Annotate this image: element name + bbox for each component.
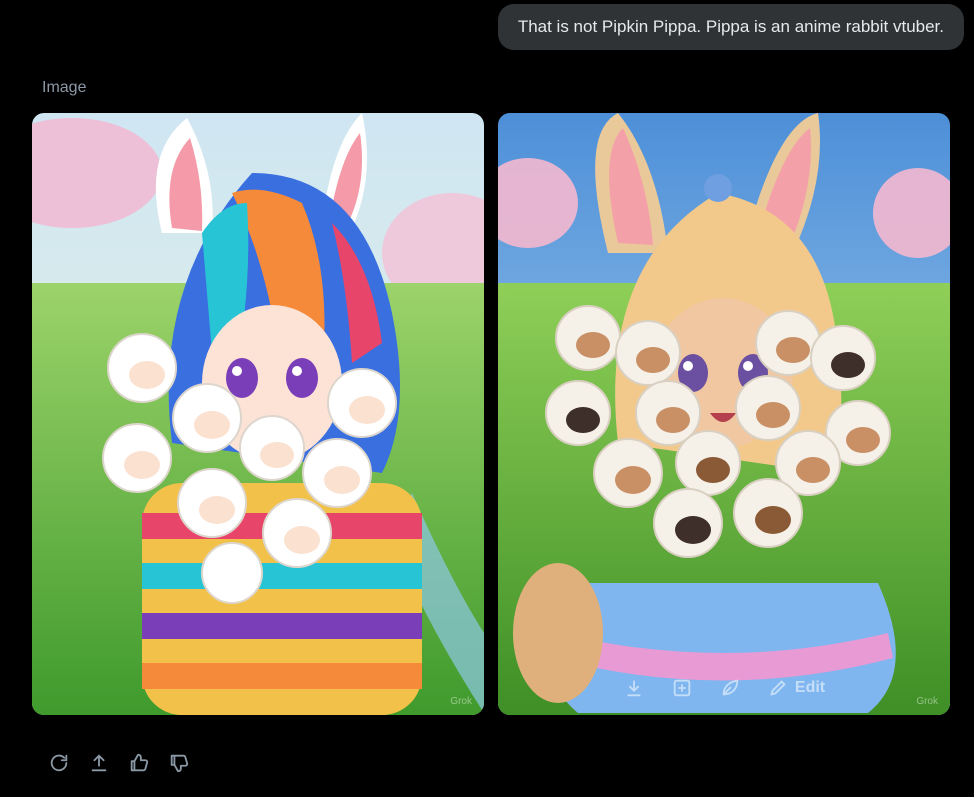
download-button[interactable] [623, 677, 645, 699]
regenerate-button[interactable] [48, 752, 70, 774]
image-2-overlay-toolbar: Edit [498, 677, 950, 699]
image-section-label: Image [42, 79, 87, 96]
image-2-illustration [498, 113, 950, 715]
thumbs-down-icon [170, 754, 189, 773]
edit-label: Edit [794, 679, 826, 696]
leaf-icon [722, 679, 739, 696]
download-icon [627, 680, 641, 697]
image-1-illustration [32, 113, 484, 715]
add-image-icon [673, 679, 691, 697]
regenerate-icon [50, 754, 68, 772]
animate-button[interactable] [719, 677, 741, 699]
generated-image-1[interactable]: Grok [32, 113, 484, 715]
edit-button[interactable]: Edit [767, 677, 825, 699]
share-icon [91, 754, 107, 772]
add-to-collection-button[interactable] [671, 677, 693, 699]
response-actions [48, 752, 190, 774]
image-2-watermark: Grok [916, 696, 938, 707]
thumbs-up-icon [130, 753, 149, 772]
image-1-watermark: Grok [450, 696, 472, 707]
dislike-button[interactable] [168, 752, 190, 774]
user-message-text: That is not Pipkin Pippa. Pippa is an an… [517, 17, 944, 36]
generated-image-2[interactable]: Edit Grok [498, 113, 950, 715]
edit-icon [770, 680, 786, 696]
user-message-bubble: That is not Pipkin Pippa. Pippa is an an… [497, 4, 964, 50]
like-button[interactable] [128, 752, 150, 774]
share-button[interactable] [88, 752, 110, 774]
